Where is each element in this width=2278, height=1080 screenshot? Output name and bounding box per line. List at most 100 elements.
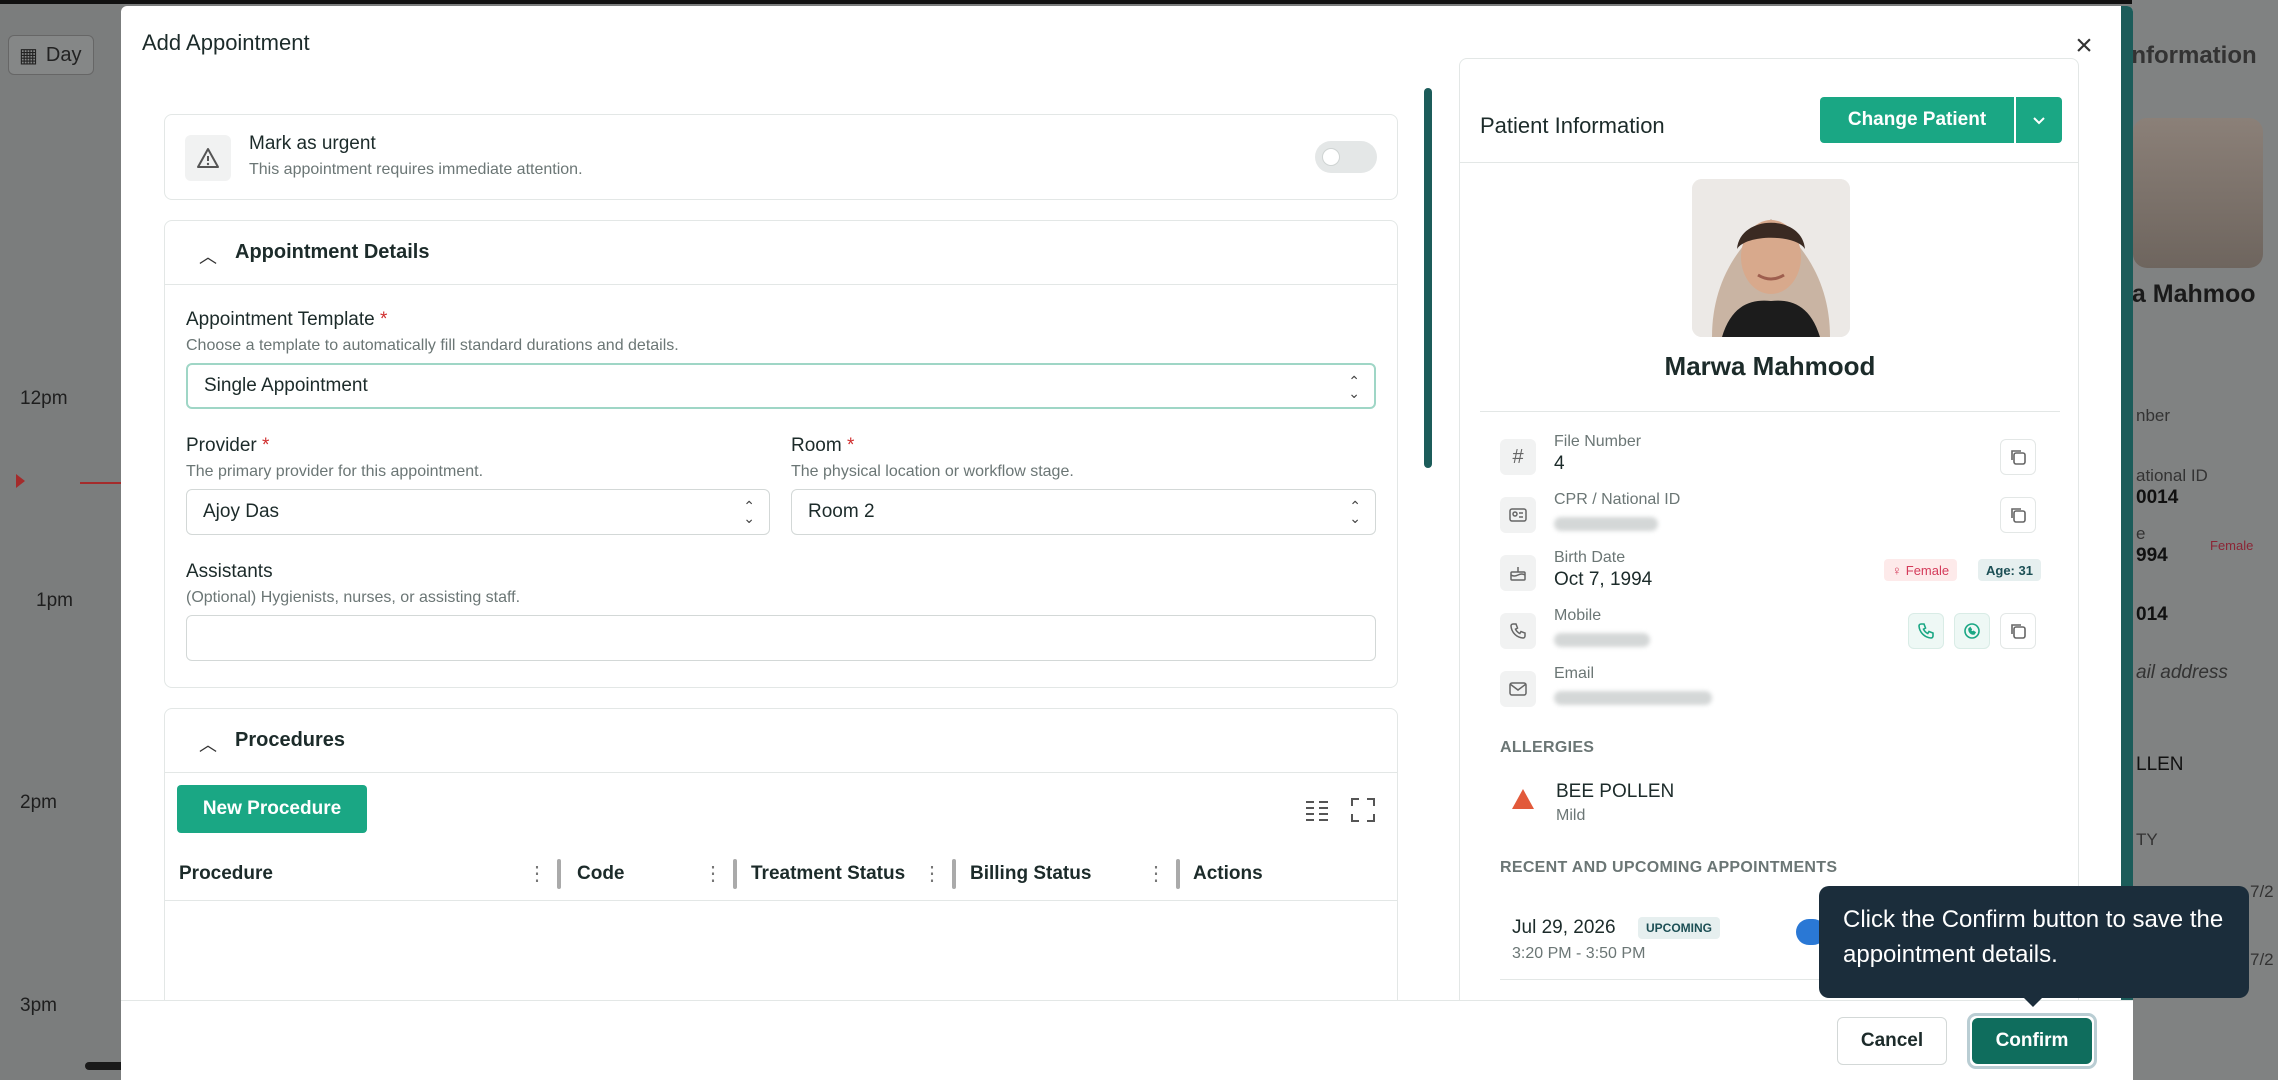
background-label: TY bbox=[2136, 830, 2158, 849]
patient-information-panel: Patient Information Change Patient Marwa… bbox=[1459, 58, 2079, 1028]
room-value: Room 2 bbox=[808, 501, 875, 522]
column-header-actions[interactable]: Actions bbox=[1193, 863, 1263, 885]
email-label: Email bbox=[1554, 665, 1595, 682]
column-header-procedure[interactable]: Procedure bbox=[179, 863, 273, 885]
change-patient-button[interactable]: Change Patient bbox=[1820, 97, 2014, 143]
divider bbox=[1480, 411, 2060, 412]
column-resize-handle[interactable] bbox=[733, 859, 737, 889]
calendar-icon: ▦ bbox=[19, 44, 38, 67]
call-icon[interactable] bbox=[1908, 613, 1944, 649]
allergy-warning-icon bbox=[1512, 789, 1534, 809]
day-view-label: Day bbox=[45, 43, 82, 66]
column-resize-handle[interactable] bbox=[557, 859, 561, 889]
confirm-button[interactable]: Confirm bbox=[1972, 1018, 2092, 1064]
more-vertical-icon[interactable]: ⋮ bbox=[922, 861, 942, 886]
appointment-status-badge: UPCOMING bbox=[1638, 917, 1720, 939]
tooltip-arrow bbox=[2022, 996, 2044, 1007]
urgent-title: Mark as urgent bbox=[249, 133, 376, 154]
template-select[interactable]: Single Appointment ⌃ ⌄ bbox=[186, 363, 1376, 409]
cancel-button[interactable]: Cancel bbox=[1837, 1017, 1947, 1065]
provider-select[interactable]: Ajoy Das ⌃ ⌄ bbox=[186, 489, 770, 535]
copy-icon[interactable] bbox=[2000, 439, 2036, 475]
section-header[interactable]: ︿ Appointment Details bbox=[165, 221, 1397, 285]
gender-text: Female bbox=[1905, 562, 1950, 578]
procedures-section: ︿ Procedures New Procedure Procedure ⋮ C… bbox=[164, 708, 1398, 1006]
current-time-marker bbox=[16, 474, 25, 488]
chevron-updown-icon: ⌃ ⌄ bbox=[1348, 373, 1360, 401]
background-label: 0014 bbox=[2136, 487, 2179, 508]
fullscreen-icon[interactable] bbox=[1350, 797, 1376, 823]
provider-label: Provider * bbox=[186, 435, 270, 456]
column-resize-handle[interactable] bbox=[952, 859, 956, 889]
hash-icon: # bbox=[1500, 439, 1536, 475]
time-label-3pm: 3pm bbox=[20, 995, 57, 1016]
appointment-date[interactable]: Jul 29, 2026 bbox=[1512, 917, 1616, 939]
background-topbar bbox=[0, 0, 2278, 4]
provider-value: Ajoy Das bbox=[203, 501, 280, 522]
patient-panel-title: Patient Information bbox=[1480, 113, 1665, 138]
file-number-value: 4 bbox=[1554, 453, 1565, 474]
appointment-time: 3:20 PM - 3:50 PM bbox=[1512, 945, 1646, 962]
allergy-name: BEE POLLEN bbox=[1556, 781, 1675, 802]
birth-date-row: Birth Date Oct 7, 1994 ♀ Female Age: 31 bbox=[1500, 549, 2060, 605]
section-title: Procedures bbox=[235, 729, 346, 751]
current-time-line bbox=[80, 482, 125, 484]
modal-footer: Cancel Confirm bbox=[121, 1000, 2133, 1080]
mobile-row: Mobile bbox=[1500, 607, 2060, 663]
birth-date-label: Birth Date bbox=[1554, 549, 1626, 566]
background-patient-photo bbox=[2133, 118, 2263, 268]
more-vertical-icon[interactable]: ⋮ bbox=[527, 861, 547, 886]
background-label: nber bbox=[2136, 406, 2171, 425]
assistants-label: Assistants bbox=[186, 561, 273, 582]
patient-panel-header: Patient Information Change Patient bbox=[1460, 59, 2078, 163]
chevron-updown-icon: ⌃ ⌄ bbox=[743, 498, 755, 526]
mobile-label: Mobile bbox=[1554, 607, 1602, 624]
template-help: Choose a template to automatically fill … bbox=[186, 337, 679, 354]
allergy-severity: Mild bbox=[1556, 807, 1586, 824]
background-scrollbar[interactable] bbox=[85, 1062, 125, 1070]
patient-panel-scrollbar[interactable] bbox=[2127, 88, 2133, 858]
background-label: ational ID bbox=[2136, 466, 2208, 485]
background-label: 994 bbox=[2136, 545, 2168, 566]
column-resize-handle[interactable] bbox=[1176, 859, 1180, 889]
birth-date-value: Oct 7, 1994 bbox=[1554, 569, 1653, 590]
toggle-knob bbox=[1322, 148, 1340, 166]
background-label: 014 bbox=[2136, 604, 2168, 625]
copy-icon[interactable] bbox=[2000, 497, 2036, 533]
column-header-billing-status[interactable]: Billing Status bbox=[970, 863, 1091, 885]
cpr-row: CPR / National ID bbox=[1500, 491, 2060, 547]
whatsapp-icon[interactable] bbox=[1954, 613, 1990, 649]
id-card-icon bbox=[1500, 497, 1536, 533]
cake-icon bbox=[1500, 555, 1536, 591]
day-view-button[interactable]: ▦ Day bbox=[8, 35, 94, 75]
background-label: 7/2 bbox=[2250, 950, 2274, 969]
modal-title: Add Appointment bbox=[142, 30, 310, 55]
assistants-input[interactable] bbox=[186, 615, 1376, 661]
procedures-table-header: Procedure ⋮ Code ⋮ Treatment Status ⋮ Bi… bbox=[165, 849, 1397, 901]
mobile-value-redacted bbox=[1554, 633, 1650, 647]
columns-icon[interactable] bbox=[1304, 797, 1330, 823]
urgent-subtitle: This appointment requires immediate atte… bbox=[249, 161, 583, 178]
background-patient-name: va Mahmoo bbox=[2118, 280, 2256, 308]
form-scrollbar[interactable] bbox=[1424, 88, 1432, 468]
room-label: Room * bbox=[791, 435, 855, 456]
chevron-down-icon[interactable] bbox=[2016, 97, 2062, 143]
copy-icon[interactable] bbox=[2000, 613, 2036, 649]
column-header-code[interactable]: Code bbox=[577, 863, 625, 885]
chevron-up-icon[interactable]: ︿ bbox=[199, 731, 217, 757]
more-vertical-icon[interactable]: ⋮ bbox=[703, 861, 723, 886]
allergies-label: ALLERGIES bbox=[1500, 739, 1595, 756]
guide-tooltip: Click the Confirm button to save the app… bbox=[1819, 886, 2249, 998]
column-header-treatment-status[interactable]: Treatment Status bbox=[751, 863, 905, 885]
age-badge: Age: 31 bbox=[1978, 559, 2041, 581]
section-header[interactable]: ︿ Procedures bbox=[165, 709, 1397, 773]
more-vertical-icon[interactable]: ⋮ bbox=[1146, 861, 1166, 886]
email-row: Email bbox=[1500, 665, 2060, 721]
chevron-up-icon[interactable]: ︿ bbox=[199, 243, 217, 269]
room-select[interactable]: Room 2 ⌃ ⌄ bbox=[791, 489, 1376, 535]
section-title: Appointment Details bbox=[235, 241, 430, 263]
new-procedure-button[interactable]: New Procedure bbox=[177, 785, 367, 833]
urgent-toggle[interactable] bbox=[1315, 141, 1377, 173]
gender-badge: ♀ Female bbox=[1884, 559, 1958, 581]
phone-icon bbox=[1500, 613, 1536, 649]
